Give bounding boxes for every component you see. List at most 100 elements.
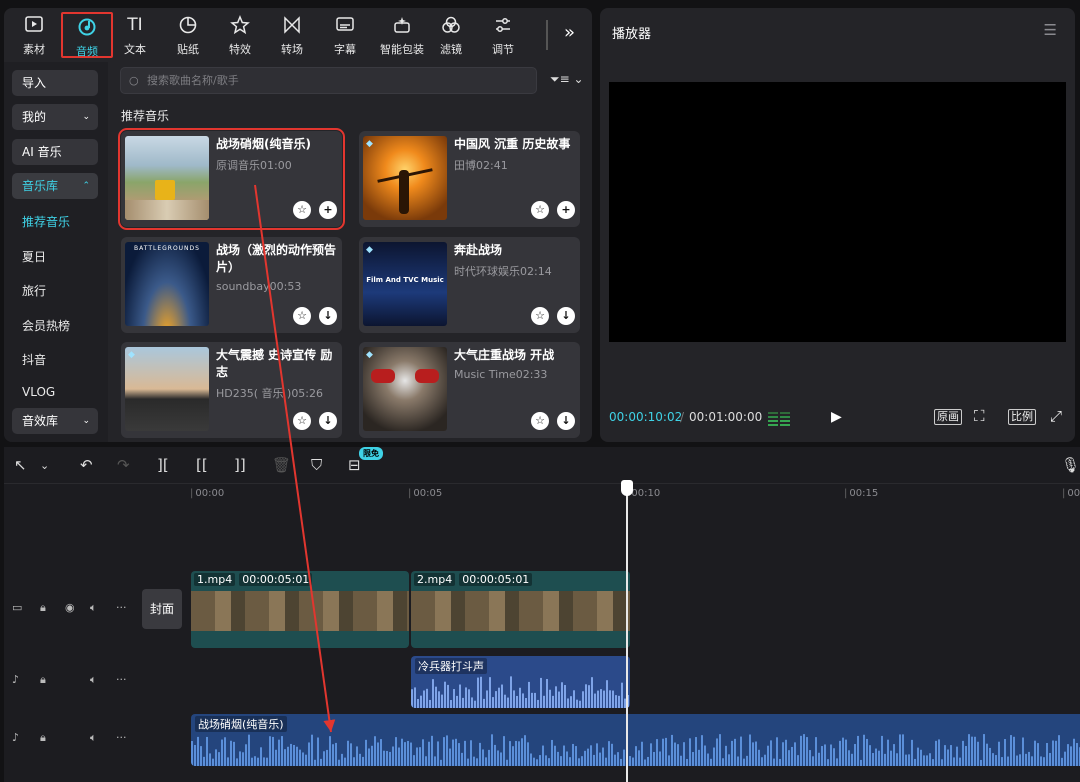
tab-audio[interactable]: 音频 xyxy=(61,12,113,58)
search-input[interactable]: ○ 搜索歌曲名称/歌手 xyxy=(120,67,537,94)
more-icon[interactable]: ··· xyxy=(116,601,127,614)
split-icon[interactable]: ][ xyxy=(157,456,169,474)
original-quality-button[interactable]: 原画 xyxy=(934,409,962,425)
trim-right-icon[interactable]: ]] xyxy=(234,456,246,474)
tab-adjust[interactable]: 调节 xyxy=(477,12,529,58)
timeline-toolbar: ↖ ⌄ ↶ ↷ ][ [[ ]] 🗑 ⛉ ⊟ 限免 🎙 xyxy=(4,447,1080,484)
clip-name: 2.mp4 xyxy=(414,573,456,586)
chevron-down-icon[interactable]: ⌄ xyxy=(40,459,49,472)
adjust-icon xyxy=(477,15,529,39)
time-ruler[interactable]: 00:00 00:05 00:10 00:15 00 xyxy=(190,484,1080,506)
timeline-panel: ↖ ⌄ ↶ ↷ ][ [[ ]] 🗑 ⛉ ⊟ 限免 🎙 00:00 00:05 … xyxy=(4,447,1080,782)
redo-icon[interactable]: ↷ xyxy=(117,456,130,474)
tab-effects[interactable]: 特效 xyxy=(214,12,266,58)
video-preview[interactable] xyxy=(609,82,1066,342)
sidebar-sfx-library[interactable]: 音效库 ⌄ xyxy=(12,408,98,434)
add-icon[interactable]: + xyxy=(557,201,575,219)
volume-icon[interactable]: 🔈︎ xyxy=(90,673,97,687)
tab-sticker[interactable]: 贴纸 xyxy=(162,12,214,58)
favorite-icon[interactable]: ☆ xyxy=(293,201,311,219)
sidebar-item-vip-chart[interactable]: 会员热榜 xyxy=(22,317,70,334)
music-card[interactable]: BATTLEGROUNDS 战场（激烈的动作预告片） soundbay00:53… xyxy=(121,237,342,333)
volume-icon[interactable]: 🔈︎ xyxy=(90,601,97,615)
download-icon[interactable]: ↓ xyxy=(319,307,337,325)
shield-icon[interactable]: ⛉ xyxy=(311,456,322,474)
lock-icon[interactable]: 🔒︎ xyxy=(40,601,46,615)
favorite-icon[interactable]: ☆ xyxy=(531,307,549,325)
music-card[interactable]: 战场硝烟(纯音乐) 原调音乐01:00 ☆ + xyxy=(118,128,345,230)
tab-transition[interactable]: 转场 xyxy=(266,12,318,58)
sidebar-music-library-label: 音乐库 xyxy=(22,179,59,193)
auto-caption-icon[interactable]: ⊟ xyxy=(348,456,361,474)
favorite-icon[interactable]: ☆ xyxy=(531,201,549,219)
video-track-icon: ▭ xyxy=(12,601,23,614)
more-icon[interactable]: ··· xyxy=(116,731,127,744)
aspect-ratio-button[interactable]: 比例 xyxy=(1008,409,1036,425)
play-icon[interactable]: ▶ xyxy=(831,409,842,425)
microphone-icon[interactable]: 🎙 xyxy=(1061,456,1080,474)
favorite-icon[interactable]: ☆ xyxy=(293,307,311,325)
clip-duration: 00:00:05:01 xyxy=(239,573,313,586)
sidebar-ai-music[interactable]: AI 音乐 xyxy=(12,139,98,165)
tab-media-label: 素材 xyxy=(23,43,45,56)
sidebar-import[interactable]: 导入 xyxy=(12,70,98,96)
main-toolbar: 素材 音频 TI 文本 贴纸 特效 转场 字幕 智能包装 滤镜 调节 » xyxy=(4,8,592,62)
fullscreen-icon[interactable]: ⤢ xyxy=(1050,407,1062,425)
filter-sort-button[interactable]: ⏷≡ ⌄ xyxy=(550,72,584,87)
volume-icon[interactable]: 🔈︎ xyxy=(90,731,97,745)
video-clip[interactable]: 2.mp4 00:00:05:01 xyxy=(411,571,630,648)
music-card[interactable]: Film And TVC Music ◆ 奔赴战场 时代环球娱乐02:14 ☆ … xyxy=(359,237,580,333)
lock-icon[interactable]: 🔒︎ xyxy=(40,731,46,745)
sidebar-item-vlog[interactable]: VLOG xyxy=(22,385,55,399)
cover-button[interactable]: 封面 xyxy=(142,589,182,629)
thumbnail-caption: Film And TVC Music xyxy=(366,276,444,284)
sidebar-item-travel[interactable]: 旅行 xyxy=(22,282,46,299)
download-icon[interactable]: ↓ xyxy=(319,412,337,430)
video-clip[interactable]: 1.mp4 00:00:05:01 xyxy=(191,571,409,648)
focus-icon[interactable]: ⛶ xyxy=(974,407,985,425)
tab-smart-pack-label: 智能包装 xyxy=(380,43,424,56)
playhead[interactable] xyxy=(626,482,628,782)
tab-text[interactable]: TI 文本 xyxy=(109,12,161,58)
sidebar-item-recommended[interactable]: 推荐音乐 xyxy=(22,213,70,230)
undo-icon[interactable]: ↶ xyxy=(80,456,93,474)
music-title: 大气庄重战场 开战 xyxy=(454,348,555,362)
music-card[interactable]: ◆ 大气震撼 史诗宣传 励志 HD235( 音乐 )05:26 ☆ ↓ xyxy=(121,342,342,438)
download-icon[interactable]: ↓ xyxy=(557,412,575,430)
vip-diamond-icon: ◆ xyxy=(366,139,373,149)
trim-left-icon[interactable]: [[ xyxy=(196,456,208,474)
music-thumbnail xyxy=(125,136,209,220)
tab-subtitle[interactable]: 字幕 xyxy=(319,12,371,58)
delete-icon[interactable]: 🗑 xyxy=(272,456,291,474)
tab-media[interactable]: 素材 xyxy=(8,12,60,58)
menu-icon[interactable]: ☰ xyxy=(1044,21,1057,39)
playhead-handle[interactable] xyxy=(621,480,633,496)
more-tabs-icon[interactable]: » xyxy=(564,22,575,43)
tab-adjust-label: 调节 xyxy=(492,43,514,56)
tab-filter-label: 滤镜 xyxy=(440,43,462,56)
music-card[interactable]: ◆ 中国风 沉重 历史故事 田博02:41 ☆ + xyxy=(359,131,580,227)
tab-filter[interactable]: 滤镜 xyxy=(425,12,477,58)
sidebar-mine-label: 我的 xyxy=(22,110,47,124)
sidebar-item-douyin[interactable]: 抖音 xyxy=(22,351,46,368)
download-icon[interactable]: ↓ xyxy=(557,307,575,325)
tab-smart-pack[interactable]: 智能包装 xyxy=(372,12,432,58)
current-timecode: 00:00:10:02 xyxy=(609,410,683,424)
eye-icon[interactable]: ◉ xyxy=(65,601,75,614)
lock-icon[interactable]: 🔒︎ xyxy=(40,673,46,687)
subtitle-icon xyxy=(319,15,371,39)
music-title: 大气震撼 史诗宣传 励志 xyxy=(216,348,333,379)
music-subtitle: Music Time02:33 xyxy=(454,368,548,381)
sidebar-mine[interactable]: 我的 ⌄ xyxy=(12,104,98,130)
add-icon[interactable]: + xyxy=(319,201,337,219)
select-cursor-icon[interactable]: ↖ xyxy=(14,456,27,474)
search-placeholder: 搜索歌曲名称/歌手 xyxy=(147,74,239,87)
music-card[interactable]: ◆ 大气庄重战场 开战 Music Time02:33 ☆ ↓ xyxy=(359,342,580,438)
audio-clip[interactable]: 战场硝烟(纯音乐) xyxy=(191,714,1080,766)
more-icon[interactable]: ··· xyxy=(116,673,127,686)
favorite-icon[interactable]: ☆ xyxy=(531,412,549,430)
sidebar-music-library[interactable]: 音乐库 ⌃ xyxy=(12,173,98,199)
favorite-icon[interactable]: ☆ xyxy=(293,412,311,430)
audio-clip[interactable]: 冷兵器打斗声 xyxy=(411,656,630,708)
sidebar-item-summer[interactable]: 夏日 xyxy=(22,248,46,265)
